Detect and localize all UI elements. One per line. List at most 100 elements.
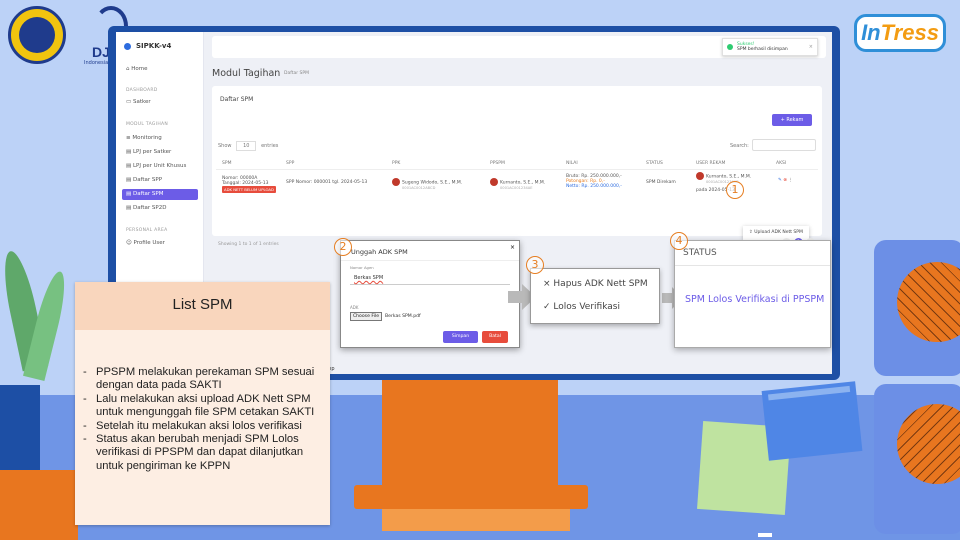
cell-aksi: ✎ ⊗ ⋮ xyxy=(778,178,793,183)
arrow-icon xyxy=(662,293,672,303)
sidebar-item-daftar-spp[interactable]: ▤ Daftar SPP xyxy=(122,175,198,186)
action-dropdown: × Hapus ADK Nett SPM ✓ Lolos Verifikasi xyxy=(530,268,660,324)
toast-message: SPM berhasil disimpan xyxy=(737,47,788,52)
sidebar-item-daftar-sp2d[interactable]: ▤ Daftar SP2D xyxy=(122,203,198,214)
divider xyxy=(675,265,830,266)
sidebar-item-home[interactable]: ⌂ Home xyxy=(122,64,198,75)
spm-card: Daftar SPM + Rekam Show 10 entries Searc… xyxy=(212,86,822,247)
cell-spm: Nomor: 00000A Tanggal: 2024-05-13 ADK NE… xyxy=(222,176,276,193)
ppspm-name: Kurnanto, S.E., M.M. xyxy=(500,180,546,186)
column-header[interactable]: PPK xyxy=(392,161,400,166)
sidebar-item-satker[interactable]: ▭ Satker xyxy=(122,97,198,108)
plant-pot xyxy=(0,470,78,540)
ppspm-nip: 0001AC001234AE xyxy=(500,186,533,190)
menu-item-label: Hapus ADK Nett SPM xyxy=(553,279,648,289)
divider xyxy=(341,260,519,261)
sidebar-item-label: Daftar SPM xyxy=(132,191,164,197)
list-item: Lalu melakukan aksi upload ADK Nett SPM … xyxy=(83,393,328,420)
table-header: SPM SPP PPK PPSPM NILAI STATUS USER REKA… xyxy=(216,158,818,170)
sidebar-item-monitoring[interactable]: ≡ Monitoring xyxy=(122,133,198,144)
status-heading: STATUS xyxy=(683,248,717,258)
list-item: Setelah itu melakukan aksi lolos verifik… xyxy=(83,420,328,434)
decoration xyxy=(758,533,772,537)
sidebar-section: DASHBOARD xyxy=(126,88,158,93)
intress-logo: InTress xyxy=(854,14,946,52)
sidebar-section: MODUL TAGIHAN xyxy=(126,122,169,127)
panel-header: List SPM xyxy=(75,282,330,330)
user-name: Kurnanto, S.E., M.M. xyxy=(706,174,752,180)
edit-icon[interactable]: ✎ xyxy=(778,178,782,183)
cell-ppk: Sugeng Widodo, S.E., M.M. 0001AC0012ABCD xyxy=(392,178,462,190)
breadcrumb[interactable]: Daftar SPM xyxy=(284,71,309,76)
ppk-name: Sugeng Widodo, S.E., M.M. xyxy=(402,180,463,186)
cancel-button[interactable]: Batal xyxy=(482,331,508,343)
step-number: 1 xyxy=(726,181,744,199)
sidebar-item-label: Daftar SPP xyxy=(132,177,163,183)
menu-item-label: Lolos Verifikasi xyxy=(553,302,620,312)
file-name: Berkas SPM.pdf xyxy=(385,314,421,319)
list-item: PPSPM melakukan perekaman SPM sesuai den… xyxy=(83,366,328,393)
sidebar-item-profile[interactable]: ☺ Profile User xyxy=(122,238,198,249)
menu-item-upload-adk[interactable]: Upload ADK Nett SPM xyxy=(754,230,803,235)
card-title: Daftar SPM xyxy=(220,96,254,103)
column-header[interactable]: USER REKAM xyxy=(696,161,725,166)
sidebar-item-label: Home xyxy=(131,66,148,72)
close-icon[interactable]: × xyxy=(809,44,813,50)
info-panel: List SPM PPSPM melakukan perekaman SPM s… xyxy=(75,282,330,525)
show-entries: Show 10 entries xyxy=(218,141,278,151)
search-label: Search: xyxy=(730,143,749,149)
step-number: 3 xyxy=(526,256,544,274)
column-header[interactable]: SPP xyxy=(286,161,294,166)
modal-title: Unggah ADK SPM xyxy=(351,248,408,256)
avatar xyxy=(696,172,704,180)
column-header[interactable]: AKSI xyxy=(776,161,786,166)
close-icon: × xyxy=(543,279,554,289)
avatar xyxy=(392,178,400,186)
sidebar-item-label: LPJ per Unit Khusus xyxy=(132,163,187,169)
pot-decoration xyxy=(0,385,40,475)
cell-status: SPM Direkam xyxy=(646,180,676,185)
entries-select[interactable]: 10 xyxy=(236,141,257,151)
monitor-base xyxy=(354,485,588,509)
avatar xyxy=(490,178,498,186)
search-input[interactable] xyxy=(752,139,816,151)
list-item: Status akan berubah menjadi SPM Lolos ve… xyxy=(83,433,328,473)
step-number: 2 xyxy=(334,238,352,256)
save-button[interactable]: Simpan xyxy=(443,331,478,343)
step-number: 4 xyxy=(670,232,688,250)
rekam-button[interactable]: + Rekam xyxy=(772,114,812,126)
column-header[interactable]: STATUS xyxy=(646,161,663,166)
nomor-input[interactable]: Berkas SPM xyxy=(350,271,510,285)
close-icon[interactable]: × xyxy=(509,244,515,251)
sidebar-item-lpj-satker[interactable]: ▤ LPJ per Satker xyxy=(122,147,198,158)
sidebar-item-label: Daftar SP2D xyxy=(132,205,167,211)
column-header[interactable]: NILAI xyxy=(566,161,578,166)
panel-title: List SPM xyxy=(172,296,233,313)
column-header[interactable]: SPM xyxy=(222,161,231,166)
user-nip: 0001AC001234AE xyxy=(706,180,739,184)
delete-icon[interactable]: ⊗ xyxy=(783,178,787,183)
step-list: PPSPM melakukan perekaman SPM sesuai den… xyxy=(83,366,328,473)
menu-item-lolos-verifikasi[interactable]: ✓ Lolos Verifikasi xyxy=(543,302,620,312)
status-panel: STATUS SPM Lolos Verifikasi di PPSPM xyxy=(674,240,831,348)
input-value: Berkas SPM xyxy=(354,275,384,281)
app-brand[interactable]: SIPKK-v4 xyxy=(124,42,171,50)
sidebar-item-label: Monitoring xyxy=(132,135,162,141)
ppk-nip: 0001AC0012ABCD xyxy=(402,186,436,190)
field-label: ADK xyxy=(350,305,359,310)
footer-tag: ıp xyxy=(330,366,335,372)
sidebar-item-lpj-unit[interactable]: ▤ LPJ per Unit Khusus xyxy=(122,161,198,172)
cell-spp: SPP Nomor: 000001 tgl. 2024-05-13 xyxy=(286,180,368,185)
sidebar-item-label: Satker xyxy=(132,99,151,105)
arrow-icon xyxy=(508,291,522,303)
menu-item-hapus-adk[interactable]: × Hapus ADK Nett SPM xyxy=(543,279,648,289)
page-title: Modul Tagihan xyxy=(212,68,281,79)
nilai-netto: Netto: Rp. 250.000.000,- xyxy=(566,184,622,189)
choose-file-button[interactable]: Choose File xyxy=(350,312,382,321)
check-icon: ✓ xyxy=(543,302,554,312)
upload-modal: Unggah ADK SPM × Nomor Agen Berkas SPM A… xyxy=(340,240,520,348)
column-header[interactable]: PPSPM xyxy=(490,161,505,166)
sidebar-item-daftar-spm[interactable]: ▤ Daftar SPM xyxy=(122,189,198,200)
more-icon[interactable]: ⋮ xyxy=(788,178,793,183)
show-label: Show xyxy=(218,143,232,149)
